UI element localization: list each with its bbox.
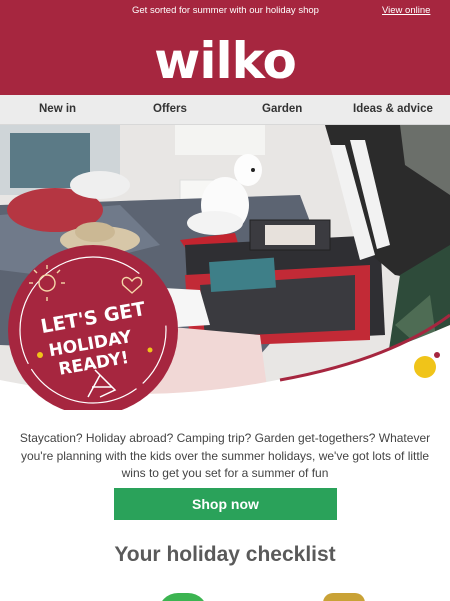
checklist-item-green-image[interactable] — [158, 593, 208, 601]
hero-banner[interactable]: LET'S GET HOLIDAY READY! — [0, 125, 450, 410]
promo-text: Get sorted for summer with our holiday s… — [132, 5, 319, 16]
nav-item-new-in[interactable]: New in — [39, 103, 76, 115]
nav-item-garden[interactable]: Garden — [262, 103, 302, 115]
checklist-heading: Your holiday checklist — [114, 543, 336, 566]
nav-item-ideas-advice[interactable]: Ideas & advice — [353, 103, 433, 115]
intro-text: Staycation? Holiday abroad? Camping trip… — [19, 431, 431, 480]
wilko-logo[interactable]: wilko — [0, 32, 450, 90]
header-banner: Get sorted for summer with our holiday s… — [0, 0, 450, 95]
main-nav: New in Offers Garden Ideas & advice — [0, 95, 450, 125]
nav-item-offers[interactable]: Offers — [153, 103, 187, 115]
shop-now-button[interactable]: Shop now — [114, 488, 337, 520]
checklist-item-gold-image[interactable] — [323, 593, 365, 601]
view-online-link[interactable]: View online — [382, 5, 430, 16]
